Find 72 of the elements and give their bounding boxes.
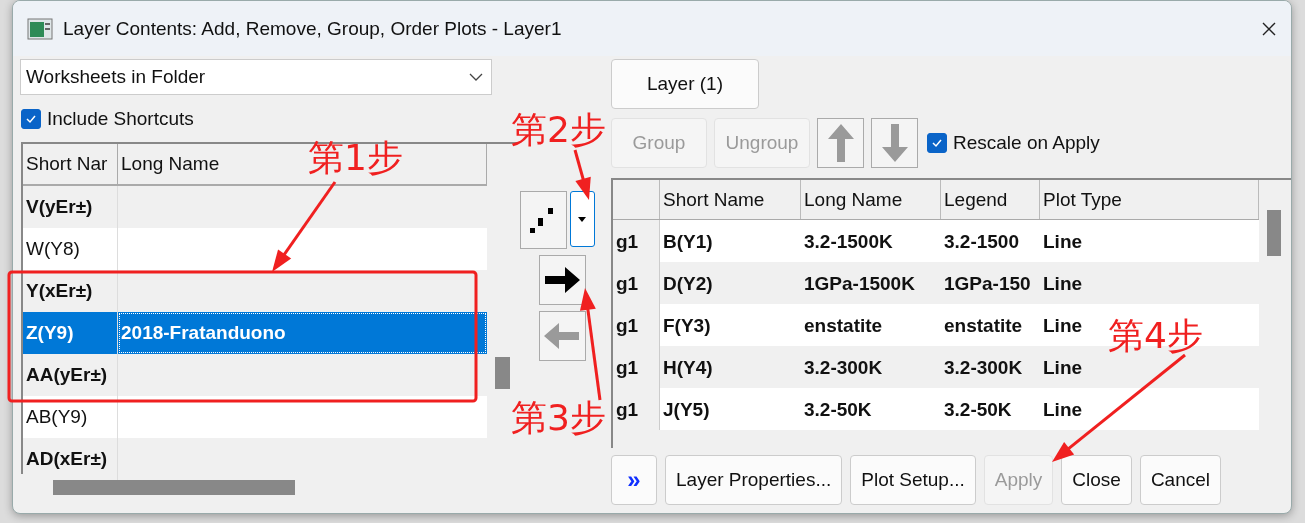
table-cell: 2018-Fratanduono [121,322,286,344]
table-cell: 3.2-1500K [804,231,893,253]
close-icon[interactable] [1261,20,1277,37]
up-arrow-icon [825,123,856,163]
table-cell: W(Y8) [26,238,80,260]
checkbox-label: Include Shortcuts [47,108,194,130]
table-cell: F(Y3) [663,315,711,337]
annotation-arrow [573,149,591,200]
table-cell: B(Y1) [663,231,713,253]
plot-type-button[interactable] [519,191,567,249]
column-header[interactable]: Plot Type [1043,188,1122,211]
scrollbar-thumb[interactable] [494,357,510,389]
dropdown-button[interactable] [569,191,595,247]
table-cell: Z(Y9) [26,322,74,344]
table-cell: g1 [616,399,639,421]
table-cell: 1GPa-1500K [804,273,915,295]
scatter-icon [530,206,556,234]
dialog-button[interactable]: Close [1061,455,1132,505]
table-cell: Y(xEr±) [26,280,93,302]
scrollbar-thumb[interactable] [1267,210,1281,256]
right-arrow-icon [543,265,581,295]
dialog-button[interactable]: Layer Properties... [665,455,843,505]
dialog-button[interactable]: Plot Setup... [850,455,976,505]
worksheet-row[interactable]: AB(Y9) [23,396,487,438]
expand-button[interactable]: » [611,455,657,505]
table-cell: Line [1043,399,1083,421]
step-annotation: 第3步 [511,400,606,436]
checkbox[interactable] [21,109,41,129]
column-header[interactable]: Long Name [804,188,903,211]
table-cell: Line [1043,357,1083,379]
table-cell: V(yEr±) [26,196,93,218]
table-cell: enstatite [804,315,883,337]
table-cell: Line [1043,273,1083,295]
table-cell: enstatite [944,315,1023,337]
scrollbar-thumb[interactable] [53,480,295,495]
table-cell: H(Y4) [663,357,713,379]
table-cell: g1 [616,357,639,379]
table-cell: Line [1043,231,1083,253]
table-cell: AB(Y9) [26,406,88,428]
window-title: Layer Contents: Add, Remove, Group, Order Plots - Layer1 [63,17,563,40]
transfer-button[interactable] [538,255,586,305]
table-cell: g1 [616,273,639,295]
down-arrow-icon [879,123,910,163]
table-cell: 3.2-50K [804,399,872,421]
table-cell: AD(xEr±) [26,448,108,470]
table-cell: AA(yEr±) [26,364,108,386]
column-header[interactable]: Short Nar [23,144,118,184]
table-cell: g1 [616,315,639,337]
left-arrow-icon [543,321,581,351]
dialog-button[interactable]: Cancel [1139,455,1222,505]
step-annotation: 第2步 [511,112,606,148]
step-annotation: 第4步 [1108,318,1203,354]
table-cell: 3.2-1500 [944,231,1019,253]
source-dropdown[interactable]: Worksheets in Folder [20,59,492,95]
table-cell: 3.2-300K [944,357,1023,379]
layer-button[interactable]: Layer (1) [611,59,759,109]
checkbox-label: Rescale on Apply [953,132,1100,154]
column-header[interactable]: Short Name [663,188,765,211]
worksheet-row[interactable]: W(Y8) [23,228,487,270]
checkbox[interactable] [927,133,947,153]
table-cell: D(Y2) [663,273,713,295]
table-cell: 1GPa-150 [944,273,1031,295]
table-cell: Line [1043,315,1083,337]
chevron-icon [469,73,483,81]
caret-icon [578,216,586,222]
table-cell: g1 [616,231,639,253]
table-cell: 3.2-300K [804,357,883,379]
app-icon [27,17,53,40]
worksheet-row[interactable]: Z(Y9) 2018-Fratanduono [23,312,487,354]
column-header[interactable]: Legend [944,188,1008,211]
table-cell: J(Y5) [663,399,710,421]
table-cell: 3.2-50K [944,399,1012,421]
